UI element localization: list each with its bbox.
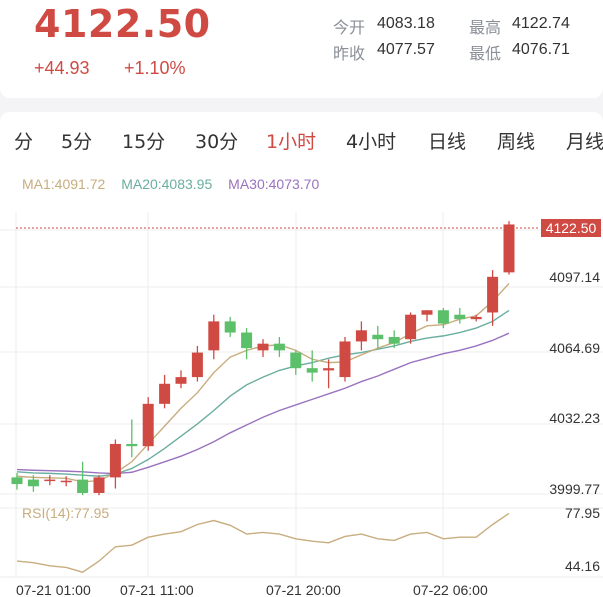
- candle-body: [208, 321, 220, 351]
- candle-body: [77, 479, 89, 493]
- candle-body: [44, 479, 56, 482]
- candle-body: [487, 276, 499, 313]
- chart-card: 分 5分 15分 30分 1小时 4小时 日线 周线 月线 MA1:4091.7…: [0, 112, 603, 597]
- candle-body: [159, 383, 171, 404]
- candle-body: [60, 480, 72, 483]
- ma-lines: [16, 283, 510, 483]
- time-axis-label: 07-21 01:00: [16, 582, 91, 597]
- candle-body: [27, 479, 39, 487]
- candles: [11, 221, 515, 496]
- candle-body: [109, 443, 121, 478]
- candle-body: [126, 443, 138, 447]
- price-axis-tick: 3999.77: [549, 481, 600, 497]
- price-axis: 4097.14 4064.69 4032.23 3999.77: [549, 269, 600, 497]
- candle-body: [470, 316, 482, 320]
- time-axis-label: 07-22 06:00: [413, 582, 488, 597]
- candle-body: [339, 341, 351, 378]
- price-axis-tick: 4064.69: [549, 340, 600, 356]
- low-value: 4076.71: [512, 41, 570, 58]
- rsi-label: RSI(14):77.95: [22, 505, 109, 521]
- candle-body: [93, 477, 105, 493]
- time-axis: 07-21 01:00 07-21 11:00 07-21 20:00 07-22 0…: [16, 582, 488, 597]
- rsi-panel: RSI(14):77.95 77.95 44.16: [16, 505, 600, 574]
- last-price-tag-text: 4122.50: [546, 220, 597, 236]
- last-price: 4122.50: [34, 2, 211, 46]
- candle-body: [11, 477, 23, 485]
- ma20-line: [16, 309, 510, 477]
- price-change: +44.93: [34, 58, 90, 78]
- candle-body: [191, 352, 203, 378]
- candle-body: [372, 334, 384, 340]
- rsi-axis-tick: 77.95: [565, 505, 600, 521]
- candle-body: [388, 336, 400, 344]
- candle-body: [241, 332, 253, 349]
- candle-body: [290, 352, 302, 369]
- candle-body: [503, 224, 515, 273]
- kline-chart[interactable]: 4097.14 4064.69 4032.23 3999.77 4122.50 RSI…: [0, 112, 603, 597]
- candle-body: [273, 343, 285, 351]
- price-axis-tick: 4032.23: [549, 410, 600, 426]
- candle-body: [175, 377, 187, 384]
- candle-body: [405, 314, 417, 340]
- candle-body: [421, 310, 433, 315]
- candle-body: [142, 403, 154, 447]
- prev-close-label: 昨收: [333, 44, 366, 63]
- open-label: 今开: [333, 18, 366, 37]
- time-axis-label: 07-21 11:00: [120, 582, 194, 597]
- candle-body: [437, 310, 449, 324]
- candle-body: [454, 314, 466, 320]
- candle-body: [257, 343, 269, 351]
- prev-close-value: 4077.57: [377, 41, 435, 58]
- candle-body: [224, 321, 236, 333]
- ma1-line: [16, 283, 510, 483]
- candle-body: [323, 368, 335, 371]
- low-label: 最低: [469, 44, 502, 63]
- time-axis-label: 07-21 20:00: [266, 582, 341, 597]
- price-change-percent: +1.10%: [124, 58, 186, 78]
- rsi-line: [16, 512, 510, 573]
- candle-body: [306, 368, 318, 373]
- quote-card: 4122.50 +44.93 +1.10% 今开 4083.18 最高 4122…: [0, 0, 603, 98]
- price-axis-tick: 4097.14: [549, 269, 600, 285]
- candle-body: [355, 330, 367, 342]
- rsi-axis-tick: 44.16: [565, 558, 600, 574]
- open-value: 4083.18: [377, 15, 435, 32]
- high-label: 最高: [469, 18, 502, 37]
- high-value: 4122.74: [512, 15, 570, 32]
